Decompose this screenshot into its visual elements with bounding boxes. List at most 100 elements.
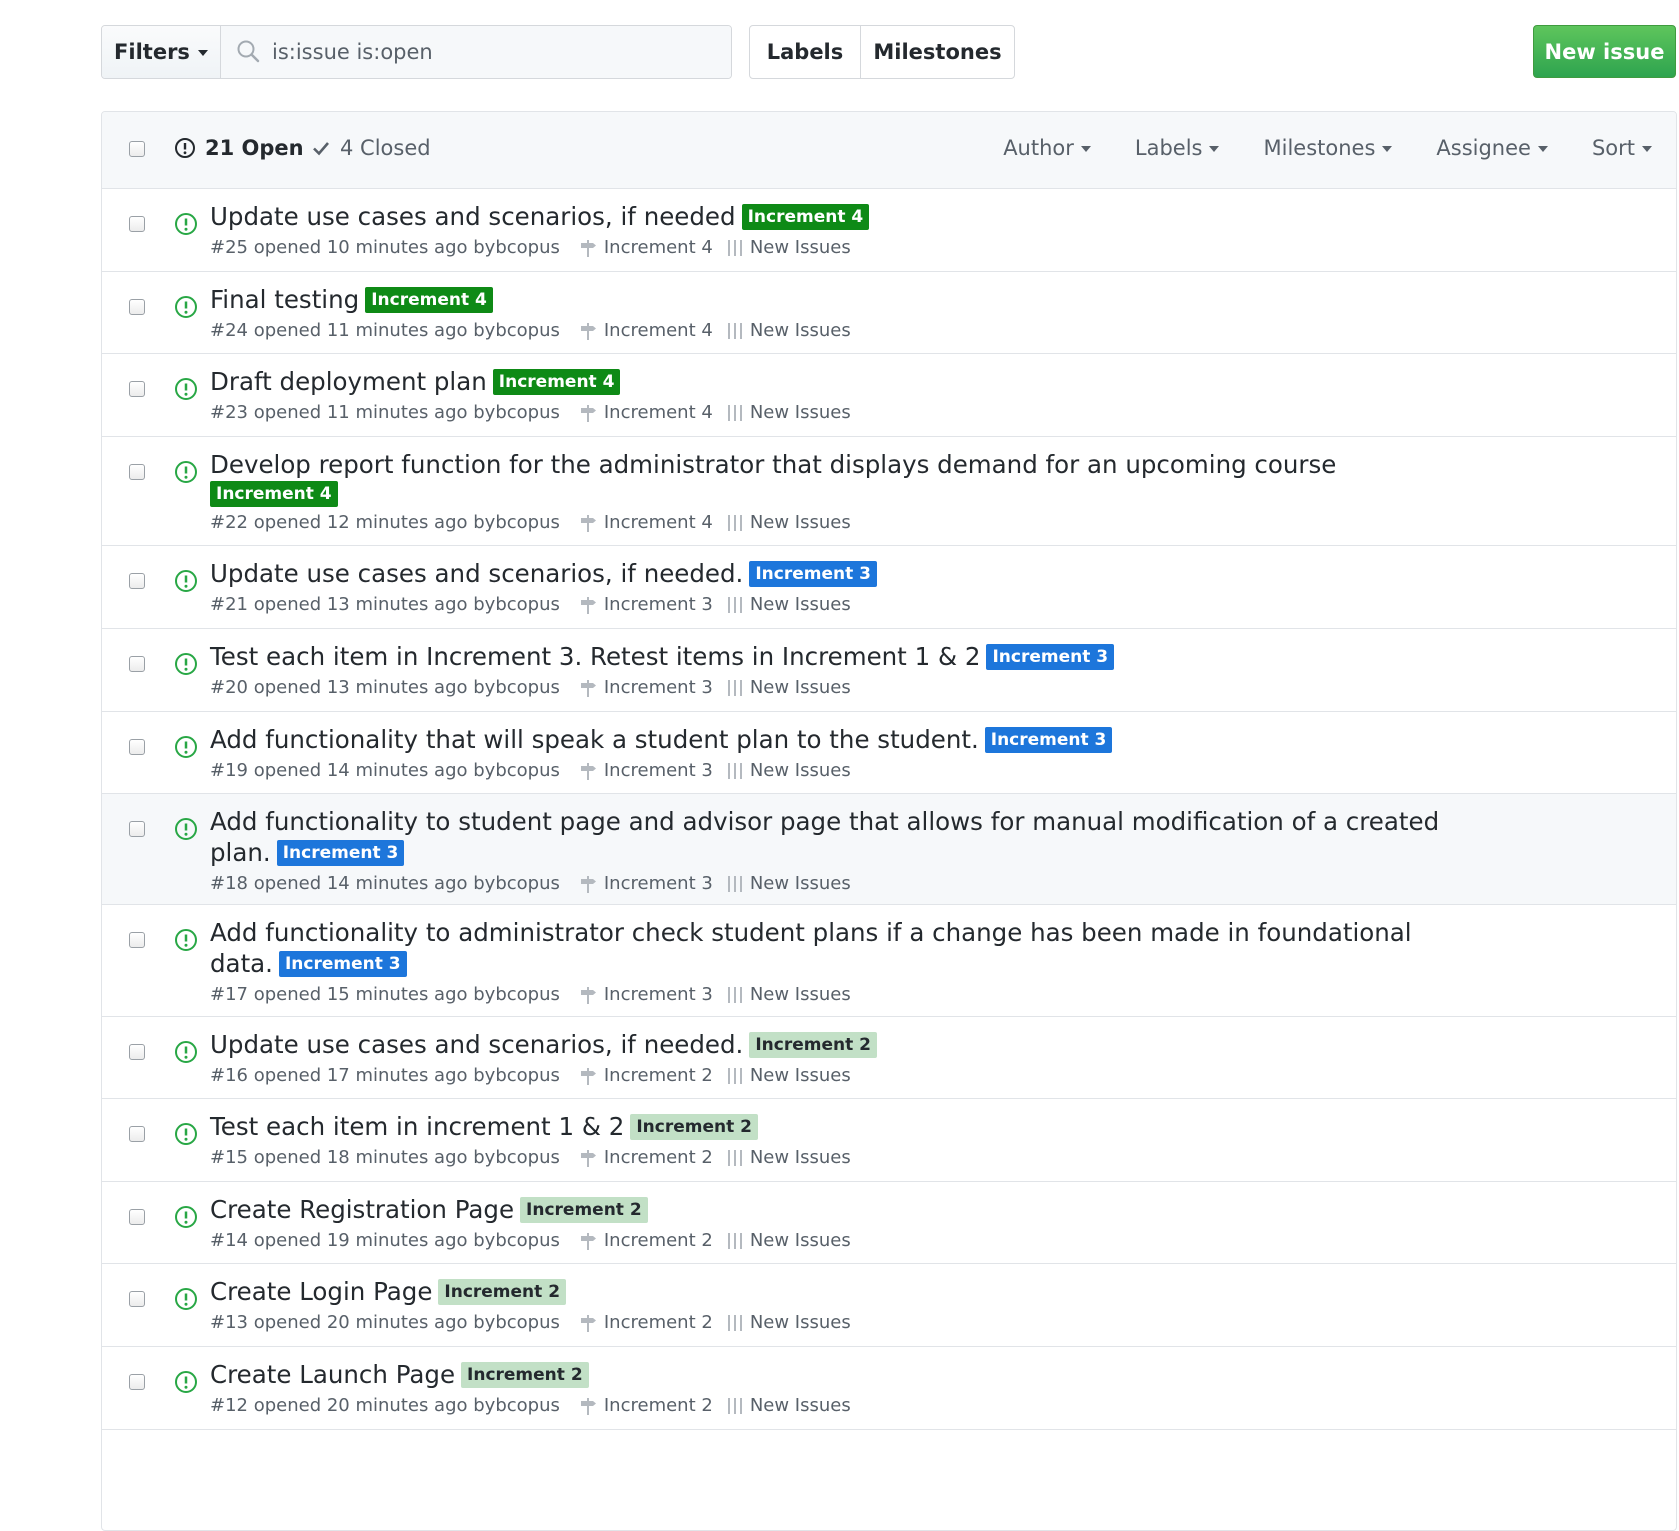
milestone-link[interactable]: Increment 2 — [578, 1312, 713, 1333]
project-link[interactable]: New Issues — [725, 760, 851, 781]
issue-author-link[interactable]: bcopus — [495, 984, 560, 1005]
milestone-link[interactable]: Increment 2 — [578, 1395, 713, 1416]
milestone-link[interactable]: Increment 3 — [578, 873, 713, 894]
issue-title-link[interactable]: Add functionality that will speak a stud… — [210, 725, 979, 754]
issue-author-link[interactable]: bcopus — [495, 1147, 560, 1168]
project-link[interactable]: New Issues — [725, 320, 851, 341]
issue-author-link[interactable]: bcopus — [495, 237, 560, 258]
issue-author-link[interactable]: bcopus — [495, 1065, 560, 1086]
project-label: New Issues — [749, 1395, 851, 1416]
issue-title-link[interactable]: Test each item in increment 1 & 2 — [210, 1112, 624, 1141]
filters-dropdown-button[interactable]: Filters — [102, 26, 221, 78]
issue-author-link[interactable]: bcopus — [495, 594, 560, 615]
select-all-checkbox[interactable] — [129, 141, 145, 157]
issue-checkbox[interactable] — [129, 216, 145, 232]
issue-label[interactable]: Increment 3 — [749, 561, 877, 587]
milestone-link[interactable]: Increment 3 — [578, 760, 713, 781]
new-issue-button[interactable]: New issue — [1533, 25, 1676, 78]
issue-title-link[interactable]: Update use cases and scenarios, if neede… — [210, 202, 736, 231]
milestone-link[interactable]: Increment 2 — [578, 1230, 713, 1251]
issue-label[interactable]: Increment 2 — [630, 1114, 758, 1140]
issue-content: Test each item in Increment 3. Retest it… — [210, 641, 1480, 698]
issue-label[interactable]: Increment 2 — [520, 1197, 648, 1223]
issue-checkbox[interactable] — [129, 1044, 145, 1060]
issue-author-link[interactable]: bcopus — [495, 1230, 560, 1251]
labels-filter[interactable]: Labels — [1135, 136, 1220, 160]
issue-checkbox[interactable] — [129, 464, 145, 480]
milestones-filter[interactable]: Milestones — [1263, 136, 1393, 160]
issue-checkbox[interactable] — [129, 381, 145, 397]
milestone-link[interactable]: Increment 2 — [578, 1147, 713, 1168]
issue-checkbox[interactable] — [129, 821, 145, 837]
closed-issues-tab[interactable]: 4 Closed — [311, 136, 431, 160]
issue-label[interactable]: Increment 2 — [749, 1032, 877, 1058]
issue-checkbox[interactable] — [129, 299, 145, 315]
project-link[interactable]: New Issues — [725, 402, 851, 423]
project-link[interactable]: New Issues — [725, 873, 851, 894]
milestone-link[interactable]: Increment 3 — [578, 984, 713, 1005]
issue-author-link[interactable]: bcopus — [495, 873, 560, 894]
milestone-link[interactable]: Increment 4 — [578, 402, 713, 423]
issue-title-link[interactable]: Create Launch Page — [210, 1360, 455, 1389]
issue-label[interactable]: Increment 4 — [365, 287, 493, 313]
milestones-nav-button[interactable]: Milestones — [861, 26, 1014, 78]
project-link[interactable]: New Issues — [725, 1230, 851, 1251]
project-link[interactable]: New Issues — [725, 1147, 851, 1168]
issue-title-link[interactable]: Final testing — [210, 285, 359, 314]
issue-checkbox[interactable] — [129, 573, 145, 589]
issue-title-link[interactable]: Draft deployment plan — [210, 367, 487, 396]
issue-checkbox[interactable] — [129, 1126, 145, 1142]
milestone-link[interactable]: Increment 2 — [578, 1065, 713, 1086]
issue-label[interactable]: Increment 3 — [986, 644, 1115, 670]
open-issues-tab[interactable]: 21 Open — [174, 136, 304, 160]
assignee-filter[interactable]: Assignee — [1436, 136, 1548, 160]
issue-title-link[interactable]: Test each item in Increment 3. Retest it… — [210, 642, 980, 671]
issues-list-header: 21 Open 4 Closed Author Labels Milestone… — [102, 112, 1676, 189]
issue-title-link[interactable]: Create Login Page — [210, 1277, 432, 1306]
issue-label[interactable]: Increment 3 — [278, 951, 407, 977]
issue-label[interactable]: Increment 3 — [276, 840, 405, 866]
issue-author-link[interactable]: bcopus — [495, 402, 560, 423]
issue-row: Test each item in increment 1 & 2 Increme… — [102, 1099, 1676, 1182]
issue-checkbox[interactable] — [129, 932, 145, 948]
issue-checkbox[interactable] — [129, 1291, 145, 1307]
milestone-icon — [580, 239, 596, 257]
issue-title-link[interactable]: Develop report function for the administ… — [210, 450, 1336, 479]
issue-label[interactable]: Increment 2 — [438, 1279, 567, 1305]
issue-label[interactable]: Increment 2 — [461, 1362, 589, 1388]
author-filter[interactable]: Author — [1003, 136, 1091, 160]
project-link[interactable]: New Issues — [725, 237, 851, 258]
issue-checkbox[interactable] — [129, 656, 145, 672]
issue-author-link[interactable]: bcopus — [495, 677, 560, 698]
project-link[interactable]: New Issues — [725, 594, 851, 615]
issue-checkbox[interactable] — [129, 1374, 145, 1390]
project-link[interactable]: New Issues — [725, 1065, 851, 1086]
issue-label[interactable]: Increment 4 — [741, 204, 870, 230]
milestone-link[interactable]: Increment 4 — [578, 237, 713, 258]
project-link[interactable]: New Issues — [725, 1312, 851, 1333]
project-link[interactable]: New Issues — [725, 677, 851, 698]
milestone-link[interactable]: Increment 4 — [578, 320, 713, 341]
milestone-link[interactable]: Increment 3 — [578, 594, 713, 615]
project-link[interactable]: New Issues — [725, 512, 851, 533]
project-link[interactable]: New Issues — [725, 1395, 851, 1416]
search-input[interactable] — [270, 39, 714, 65]
issue-title-link[interactable]: Update use cases and scenarios, if neede… — [210, 1030, 743, 1059]
project-link[interactable]: New Issues — [725, 984, 851, 1005]
issue-title-link[interactable]: Update use cases and scenarios, if neede… — [210, 559, 743, 588]
issue-author-link[interactable]: bcopus — [495, 320, 560, 341]
issue-label[interactable]: Increment 4 — [210, 481, 338, 507]
issue-author-link[interactable]: bcopus — [495, 760, 560, 781]
milestone-link[interactable]: Increment 3 — [578, 677, 713, 698]
issue-author-link[interactable]: bcopus — [495, 1395, 560, 1416]
issue-author-link[interactable]: bcopus — [495, 1312, 560, 1333]
labels-nav-button[interactable]: Labels — [750, 26, 861, 78]
issue-label[interactable]: Increment 3 — [984, 727, 1113, 753]
issue-label[interactable]: Increment 4 — [492, 369, 621, 395]
issue-checkbox[interactable] — [129, 1209, 145, 1225]
milestone-link[interactable]: Increment 4 — [578, 512, 713, 533]
issue-checkbox[interactable] — [129, 739, 145, 755]
issue-author-link[interactable]: bcopus — [495, 512, 560, 533]
issue-title-link[interactable]: Create Registration Page — [210, 1195, 514, 1224]
sort-filter[interactable]: Sort — [1592, 136, 1652, 160]
